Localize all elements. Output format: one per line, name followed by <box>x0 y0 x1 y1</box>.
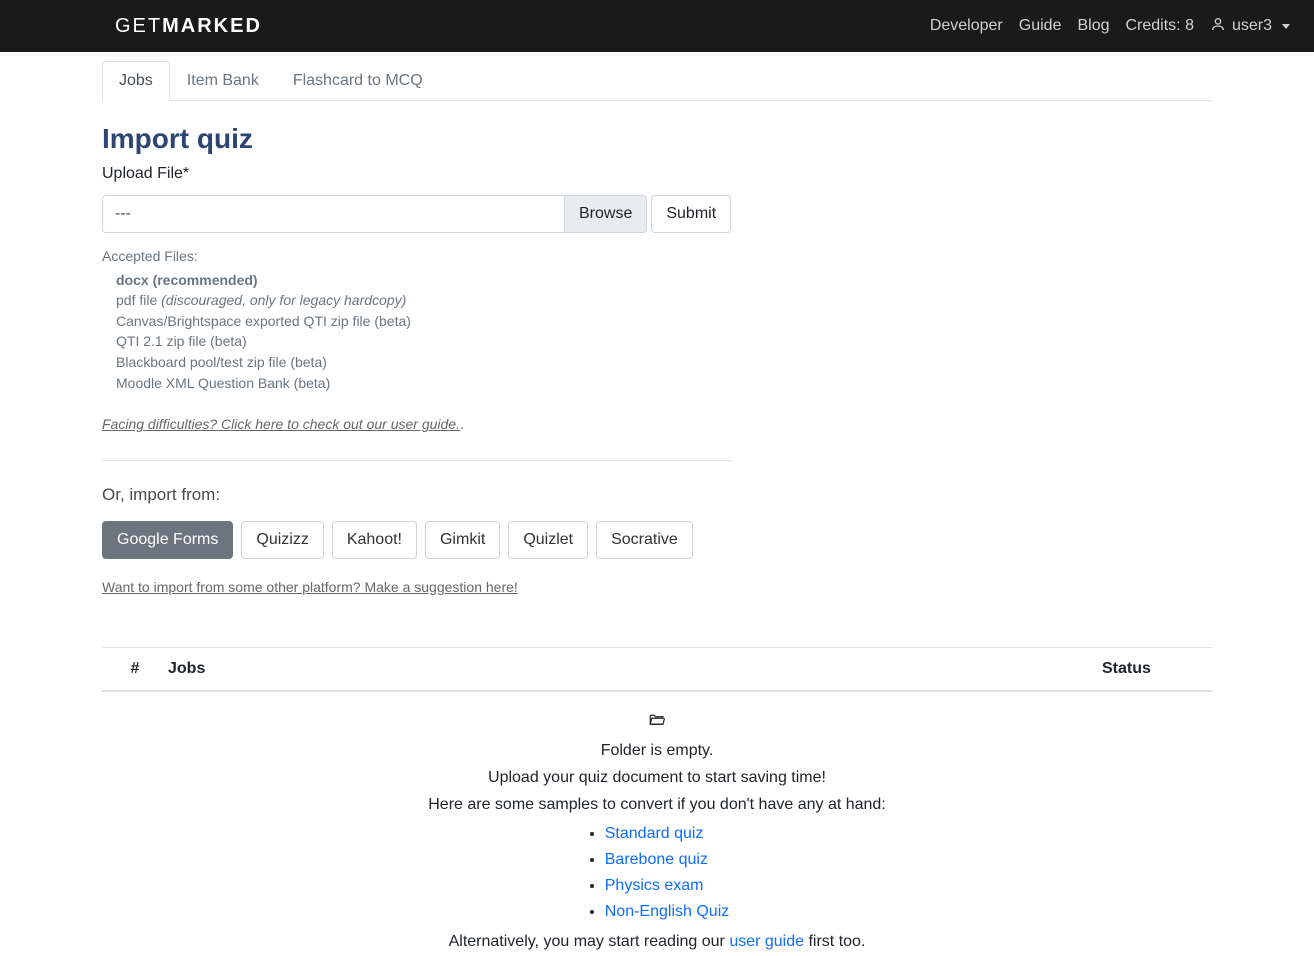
nav-user-menu[interactable]: user3 <box>1210 16 1290 37</box>
file-input[interactable]: --- <box>102 195 565 233</box>
user-icon <box>1210 16 1226 37</box>
brand-bold: MARKED <box>162 15 262 37</box>
accepted-pdf-note: (discouraged, only for legacy hardcopy) <box>161 292 406 308</box>
accepted-docx: docx (recommended) <box>116 272 258 288</box>
accepted-heading: Accepted Files: <box>102 248 198 264</box>
chip-kahoot[interactable]: Kahoot! <box>332 521 417 559</box>
sample-non-english-quiz[interactable]: Non-English Quiz <box>605 903 730 920</box>
empty-line3: Here are some samples to convert if you … <box>102 793 1212 818</box>
nav-developer[interactable]: Developer <box>930 17 1003 35</box>
table-header: # Jobs Status <box>102 647 1212 692</box>
empty-line2: Upload your quiz document to start savin… <box>102 766 1212 791</box>
browse-button[interactable]: Browse <box>565 195 647 233</box>
empty-alt: Alternatively, you may start reading our… <box>102 930 1212 955</box>
folder-open-icon <box>102 710 1212 737</box>
navbar-shadow <box>0 52 1314 53</box>
user-guide-link[interactable]: user guide <box>729 933 804 950</box>
col-jobs: Jobs <box>168 660 1102 678</box>
import-from-label: Or, import from: <box>102 485 1212 505</box>
nav-guide[interactable]: Guide <box>1019 17 1062 35</box>
suggest-platform-link[interactable]: Want to import from some other platform?… <box>102 579 518 595</box>
sample-standard-quiz[interactable]: Standard quiz <box>605 825 704 842</box>
jobs-table: # Jobs Status Folder is empty. Upload yo… <box>102 647 1212 954</box>
help-guide-link[interactable]: Facing difficulties? Click here to check… <box>102 416 460 432</box>
accepted-qti: QTI 2.1 zip file (beta) <box>116 332 732 352</box>
sample-physics-exam[interactable]: Physics exam <box>605 877 704 894</box>
nav-credits[interactable]: Credits: 8 <box>1126 17 1194 35</box>
chip-gimkit[interactable]: Gimkit <box>425 521 500 559</box>
chip-quizlet[interactable]: Quizlet <box>508 521 588 559</box>
accepted-pdf-prefix: pdf file <box>116 292 161 308</box>
tab-jobs[interactable]: Jobs <box>102 61 170 101</box>
chevron-down-icon <box>1282 24 1290 29</box>
accepted-moodle: Moodle XML Question Bank (beta) <box>116 374 732 394</box>
chip-quizizz[interactable]: Quizizz <box>241 521 323 559</box>
page-title: Import quiz <box>102 123 1212 155</box>
nav-right: Developer Guide Blog Credits: 8 user3 <box>930 16 1290 37</box>
col-status: Status <box>1102 660 1212 678</box>
help-link-suffix: . <box>460 416 464 432</box>
brand-thin: GET <box>115 15 162 37</box>
accepted-files: Accepted Files: docx (recommended) pdf f… <box>102 247 732 393</box>
accepted-canvas: Canvas/Brightspace exported QTI zip file… <box>116 312 732 332</box>
nav-username: user3 <box>1232 17 1272 35</box>
submit-button[interactable]: Submit <box>651 195 731 233</box>
chip-google-forms[interactable]: Google Forms <box>102 521 233 559</box>
empty-line1: Folder is empty. <box>102 739 1212 764</box>
col-num: # <box>102 660 168 678</box>
tab-item-bank[interactable]: Item Bank <box>170 61 276 101</box>
main-tabs: Jobs Item Bank Flashcard to MCQ <box>102 61 1212 101</box>
top-navbar: GETMARKED Developer Guide Blog Credits: … <box>0 0 1314 52</box>
sample-barebone-quiz[interactable]: Barebone quiz <box>605 851 708 868</box>
tab-flashcard-to-mcq[interactable]: Flashcard to MCQ <box>276 61 440 101</box>
nav-blog[interactable]: Blog <box>1077 17 1109 35</box>
brand-logo[interactable]: GETMARKED <box>115 15 262 38</box>
file-upload-row: --- Browse Submit <box>102 195 1212 233</box>
accepted-blackboard: Blackboard pool/test zip file (beta) <box>116 353 732 373</box>
chip-socrative[interactable]: Socrative <box>596 521 693 559</box>
import-platforms: Google Forms Quizizz Kahoot! Gimkit Quiz… <box>102 521 1212 559</box>
empty-state: Folder is empty. Upload your quiz docume… <box>102 710 1212 954</box>
upload-label: Upload File* <box>102 165 1212 183</box>
